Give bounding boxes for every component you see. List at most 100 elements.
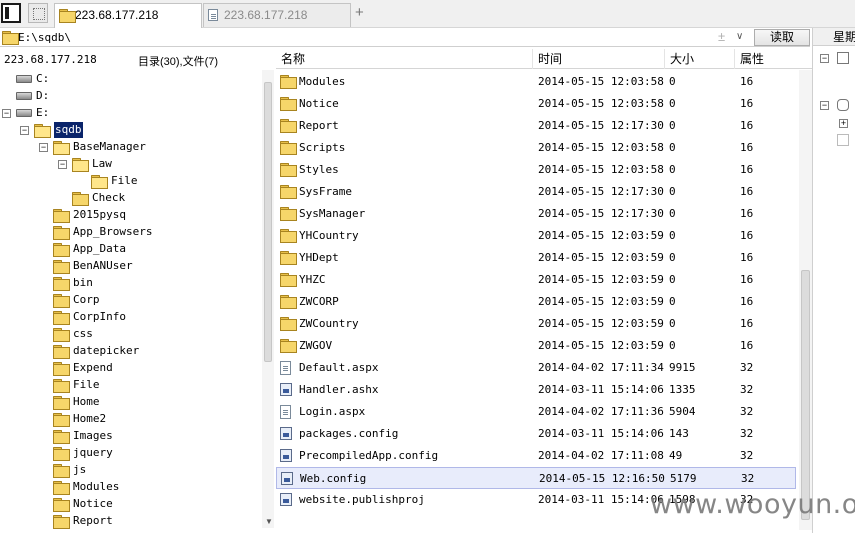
expand-icon[interactable]: + [839, 119, 848, 128]
file-attr: 16 [740, 295, 754, 308]
collapse-icon[interactable]: − [820, 54, 829, 63]
folder-icon [53, 226, 70, 240]
file-row[interactable]: packages.config 2014-03-11 15:14:06 143 32 [276, 423, 796, 445]
file-row[interactable]: Login.aspx 2014-04-02 17:11:36 5904 32 [276, 401, 796, 423]
column-size[interactable]: 大小 [665, 49, 735, 69]
config-file-icon [280, 493, 292, 506]
tree-item[interactable]: Notice [0, 496, 262, 512]
file-attr: 16 [740, 207, 754, 220]
tree-item[interactable]: Check [0, 190, 262, 206]
file-time: 2014-05-15 12:16:50 [539, 472, 665, 485]
column-time[interactable]: 时间 [533, 49, 665, 69]
folder-icon [72, 158, 89, 172]
tree-item[interactable]: CorpInfo [0, 309, 262, 325]
tree-item[interactable]: File [0, 377, 262, 393]
new-window-button[interactable] [28, 3, 48, 23]
tree-item[interactable]: File [0, 173, 262, 189]
tree-scrollbar[interactable]: ▼ [262, 70, 274, 528]
tree-item-label: App_Browsers [73, 225, 153, 238]
tree-item[interactable]: Modules [0, 479, 262, 495]
file-row[interactable]: Notice 2014-05-15 12:03:58 0 16 [276, 93, 796, 115]
tree-item[interactable]: datepicker [0, 343, 262, 359]
tree-item[interactable]: jquery [0, 445, 262, 461]
tree-item[interactable]: D: [0, 88, 262, 104]
file-row[interactable]: Modules 2014-05-15 12:03:58 0 16 [276, 71, 796, 93]
file-row[interactable]: SysFrame 2014-05-15 12:17:30 0 16 [276, 181, 796, 203]
tree-item-label: Home2 [73, 412, 107, 425]
file-size: 1335 [669, 383, 696, 396]
file-row[interactable]: YHDept 2014-05-15 12:03:59 0 16 [276, 247, 796, 269]
scroll-down-icon[interactable]: ▼ [265, 517, 273, 526]
path-input[interactable]: E:\sqdb\ [18, 31, 71, 44]
tree-item[interactable]: Report [0, 513, 262, 529]
file-time: 2014-05-15 12:03:59 [538, 317, 664, 330]
collapse-icon[interactable]: − [820, 101, 829, 110]
scroll-thumb[interactable] [801, 270, 810, 520]
drive-icon [16, 92, 32, 100]
file-attr: 16 [740, 229, 754, 242]
tree-item[interactable]: App_Data [0, 241, 262, 257]
tree-item[interactable]: − E: [0, 105, 262, 121]
file-row[interactable]: PrecompiledApp.config 2014-04-02 17:11:08… [276, 445, 796, 467]
config-file-icon [281, 472, 293, 485]
collapse-icon[interactable]: − [58, 160, 67, 169]
file-size: 0 [669, 339, 676, 352]
file-row[interactable]: Handler.ashx 2014-03-11 15:14:06 1335 32 [276, 379, 796, 401]
tree-item[interactable]: Images [0, 428, 262, 444]
tab-inactive-host[interactable]: 223.68.177.218 [203, 3, 351, 27]
tree-item-label: App_Data [73, 242, 126, 255]
file-name: packages.config [299, 427, 399, 440]
file-row[interactable]: ZWGOV 2014-05-15 12:03:59 0 16 [276, 335, 796, 357]
file-time: 2014-03-11 15:14:06 [538, 493, 664, 506]
folder-icon [53, 294, 70, 308]
tab-active-host[interactable]: 223.68.177.218 [54, 3, 202, 28]
file-row[interactable]: ZWCORP 2014-05-15 12:03:59 0 16 [276, 291, 796, 313]
folder-icon [53, 141, 70, 155]
collapse-icon[interactable]: − [2, 109, 11, 118]
collapse-icon[interactable]: − [39, 143, 48, 152]
file-row[interactable]: ZWCountry 2014-05-15 12:03:59 0 16 [276, 313, 796, 335]
add-tab-icon[interactable]: + [355, 4, 364, 21]
file-row[interactable]: YHCountry 2014-05-15 12:03:59 0 16 [276, 225, 796, 247]
tree-item[interactable]: js [0, 462, 262, 478]
file-row[interactable]: Report 2014-05-15 12:17:30 0 16 [276, 115, 796, 137]
folder-icon [53, 447, 70, 461]
tree-item[interactable]: css [0, 326, 262, 342]
tree-item[interactable]: Home [0, 394, 262, 410]
file-row[interactable]: Styles 2014-05-15 12:03:58 0 16 [276, 159, 796, 181]
tree-item[interactable]: C: [0, 71, 262, 87]
column-attr[interactable]: 属性 [735, 49, 812, 69]
tree-item[interactable]: 2015pysq [0, 207, 262, 223]
tree-item-label: Home [73, 395, 100, 408]
file-size: 0 [669, 141, 676, 154]
tree-item[interactable]: Expend [0, 360, 262, 376]
tree-item[interactable]: − BaseManager [0, 139, 262, 155]
folder-icon [53, 311, 70, 325]
tree-item[interactable]: App_Browsers [0, 224, 262, 240]
read-button[interactable]: 读取 [754, 29, 810, 46]
folder-icon [53, 209, 70, 223]
file-row[interactable]: Web.config 2014-05-15 12:16:50 5179 32 [276, 467, 796, 489]
file-row[interactable]: Scripts 2014-05-15 12:03:58 0 16 [276, 137, 796, 159]
tree-item[interactable]: − Law [0, 156, 262, 172]
file-row[interactable]: SysManager 2014-05-15 12:17:30 0 16 [276, 203, 796, 225]
file-row[interactable]: YHZC 2014-05-15 12:03:59 0 16 [276, 269, 796, 291]
plus-minus-icon[interactable]: ± [718, 29, 725, 44]
tree-item[interactable]: Corp [0, 292, 262, 308]
collapse-icon[interactable]: − [20, 126, 29, 135]
scroll-thumb[interactable] [264, 82, 272, 362]
tree-item[interactable]: Home2 [0, 411, 262, 427]
tree-header: 223.68.177.218 目录(30),文件(7) [0, 50, 272, 69]
chevron-down-icon[interactable]: ∨ [736, 31, 743, 42]
tree-item[interactable]: bin [0, 275, 262, 291]
folder-icon [91, 175, 108, 189]
tree-item[interactable]: − sqdb [0, 122, 262, 138]
panel-toggle-button[interactable] [1, 3, 21, 23]
column-name[interactable]: 名称 [276, 49, 533, 69]
clock-icon [837, 99, 849, 111]
list-scrollbar[interactable] [799, 70, 812, 530]
file-size: 9915 [669, 361, 696, 374]
file-row[interactable]: Default.aspx 2014-04-02 17:11:34 9915 32 [276, 357, 796, 379]
file-name: website.publishproj [299, 493, 425, 506]
tree-item[interactable]: BenANUser [0, 258, 262, 274]
